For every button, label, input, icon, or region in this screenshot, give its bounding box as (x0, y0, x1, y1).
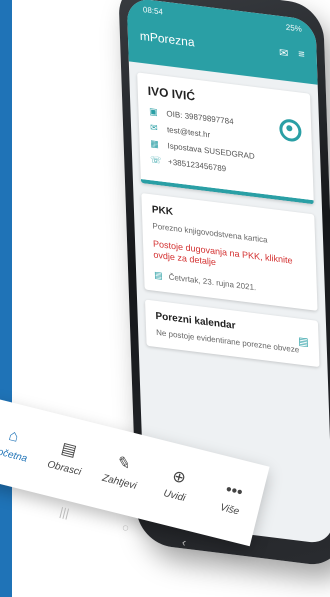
nav-item-more[interactable]: ••• Više (203, 478, 261, 522)
status-time: 08:54 (142, 5, 164, 17)
nav-item-home[interactable]: ⌂ Početna (0, 423, 41, 467)
calendar-icon: ▤ (298, 334, 309, 349)
phone-icon: ☏ (149, 154, 162, 166)
user-card[interactable]: IVO IVIĆ ▣ OIB: 39879897784 ✉ test@test.… (137, 72, 314, 205)
recents-icon[interactable]: ||| (58, 504, 70, 520)
nav-label: Uvidi (162, 488, 187, 505)
magnifier-icon: ⊕ (170, 467, 188, 488)
pkk-date: Četvrtak, 23. rujna 2021. (168, 271, 257, 292)
oib-value: OIB: 39879897784 (166, 109, 234, 127)
app-bar: 08:54 25% mPorezna ✉ ≡ (126, 0, 318, 85)
pkk-card[interactable]: PKK Porezno knjigovodstvena kartica Post… (141, 193, 318, 311)
nav-item-requests[interactable]: ✎ Zahtjevi (93, 450, 151, 494)
nav-label: Početna (0, 445, 29, 465)
calendar-card[interactable]: Porezni kalendar ▤ Ne postoje evidentira… (145, 299, 320, 367)
more-icon: ••• (223, 481, 245, 502)
pencil-icon: ✎ (115, 454, 133, 474)
brand-side-bar (0, 0, 12, 597)
building-icon: ▦ (150, 138, 159, 150)
app-title: mPorezna (139, 28, 195, 50)
inbox-icon[interactable]: ✉ (279, 46, 289, 60)
home-icon: ⌂ (6, 426, 21, 446)
nav-item-forms[interactable]: ▤ Obrasci (38, 437, 96, 481)
menu-icon[interactable]: ≡ (298, 48, 305, 62)
status-battery: 25% (285, 22, 302, 34)
id-card-icon: ▣ (148, 105, 158, 117)
nav-label: Obrasci (46, 459, 83, 479)
home-button-icon[interactable]: ○ (120, 520, 130, 535)
nav-label: Više (218, 502, 241, 518)
phone-value: +385123456789 (167, 157, 227, 174)
email-value: test@test.hr (166, 125, 211, 140)
calendar-icon: ▤ (153, 269, 163, 281)
nav-item-insights[interactable]: ⊕ Uvidi (148, 464, 206, 508)
document-icon: ▤ (59, 440, 79, 461)
mail-icon: ✉ (150, 122, 158, 134)
nav-label: Zahtjevi (100, 472, 138, 492)
